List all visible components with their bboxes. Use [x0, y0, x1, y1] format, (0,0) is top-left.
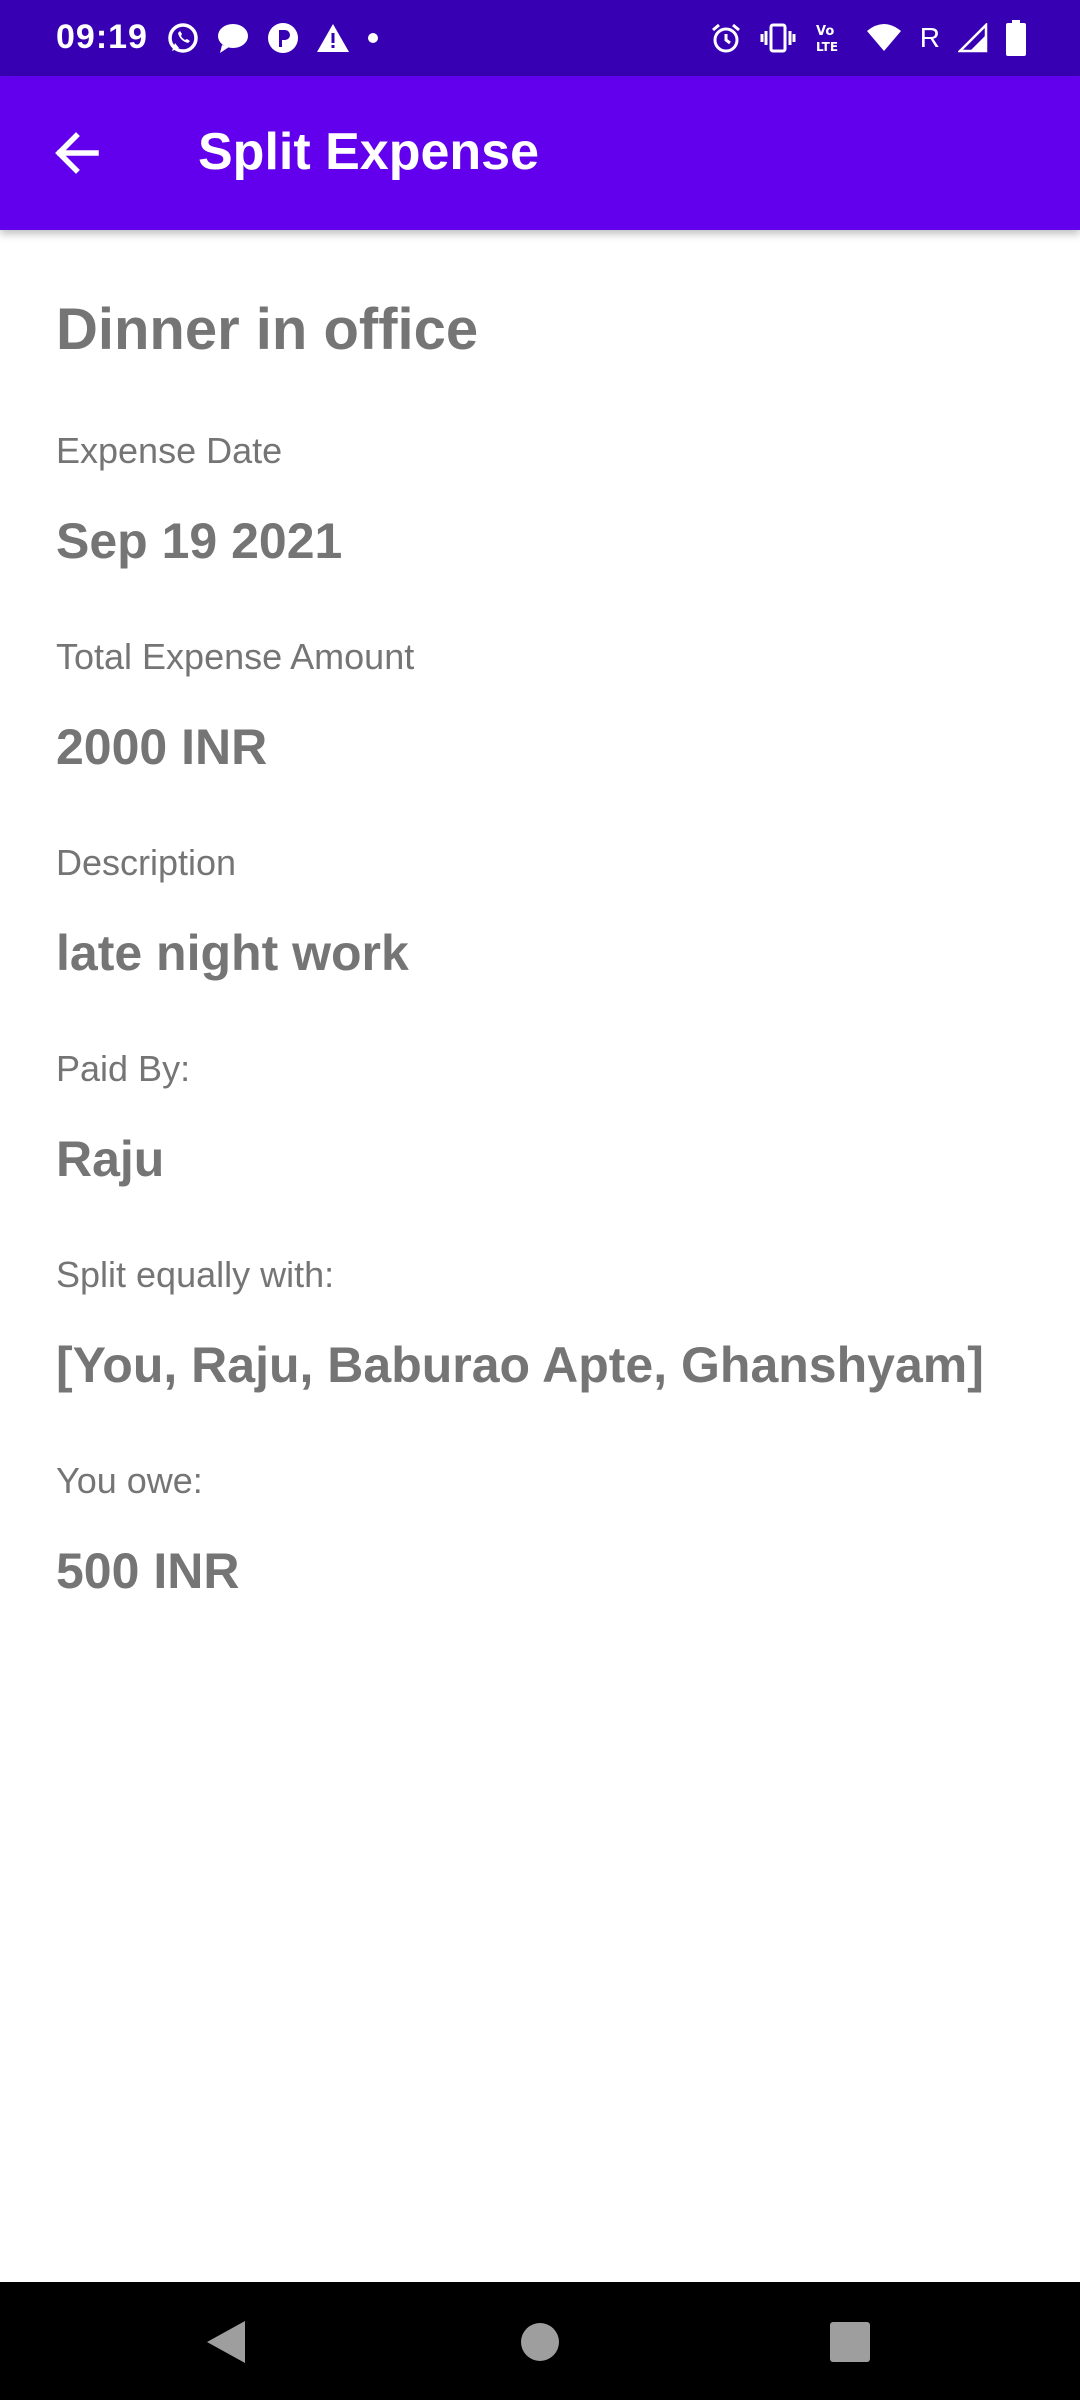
- back-triangle-icon: [207, 2321, 245, 2363]
- vibrate-icon: [760, 22, 796, 54]
- description-value: late night work: [56, 925, 409, 981]
- wifi-icon: [866, 23, 902, 53]
- expense-date-value: Sep 19 2021: [56, 513, 343, 569]
- whatsapp-icon: [166, 21, 200, 55]
- svg-text:LTE: LTE: [816, 40, 838, 54]
- svg-text:Vo: Vo: [816, 24, 834, 39]
- recents-square-icon: [830, 2322, 870, 2362]
- nav-recents-button[interactable]: [810, 2302, 890, 2382]
- battery-icon: [1006, 20, 1026, 56]
- arrow-back-icon: [55, 132, 99, 174]
- back-button[interactable]: [36, 112, 118, 194]
- page-title: Split Expense: [198, 123, 539, 181]
- notification-icons: [166, 18, 396, 58]
- app-bar: Split Expense: [0, 76, 1080, 230]
- nav-home-button[interactable]: [500, 2302, 580, 2382]
- home-circle-icon: [521, 2323, 559, 2361]
- roaming-indicator: R: [919, 22, 940, 53]
- system-status-icons: Vo LTE R: [692, 18, 1026, 58]
- you-owe-value: 500 INR: [56, 1543, 240, 1599]
- expense-date-label: Expense Date: [56, 430, 283, 471]
- split-with-value: [You, Raju, Baburao Apte, Ghanshyam]: [56, 1337, 984, 1393]
- description-label: Description: [56, 842, 237, 883]
- paid-by-value: Raju: [56, 1131, 165, 1187]
- system-nav-bar: [0, 2282, 1080, 2400]
- warning-icon: [316, 22, 350, 54]
- split-with-label: Split equally with:: [56, 1254, 335, 1295]
- dot-icon: [366, 31, 380, 45]
- total-amount-label: Total Expense Amount: [56, 636, 415, 677]
- nav-back-button[interactable]: [186, 2302, 266, 2382]
- paid-by-label: Paid By:: [56, 1048, 191, 1089]
- you-owe-label: You owe:: [56, 1460, 203, 1501]
- expense-title: Dinner in office: [56, 297, 479, 362]
- total-amount-value: 2000 INR: [56, 719, 268, 775]
- pixel-icon: [266, 21, 300, 55]
- alarm-icon: [710, 22, 742, 54]
- chat-bubble-icon: [216, 21, 250, 55]
- volte-icon: Vo LTE: [814, 21, 848, 55]
- signal-icon: [958, 23, 988, 53]
- status-time: 09:19: [56, 18, 148, 56]
- status-bar: 09:19 Vo LTE R: [0, 0, 1080, 76]
